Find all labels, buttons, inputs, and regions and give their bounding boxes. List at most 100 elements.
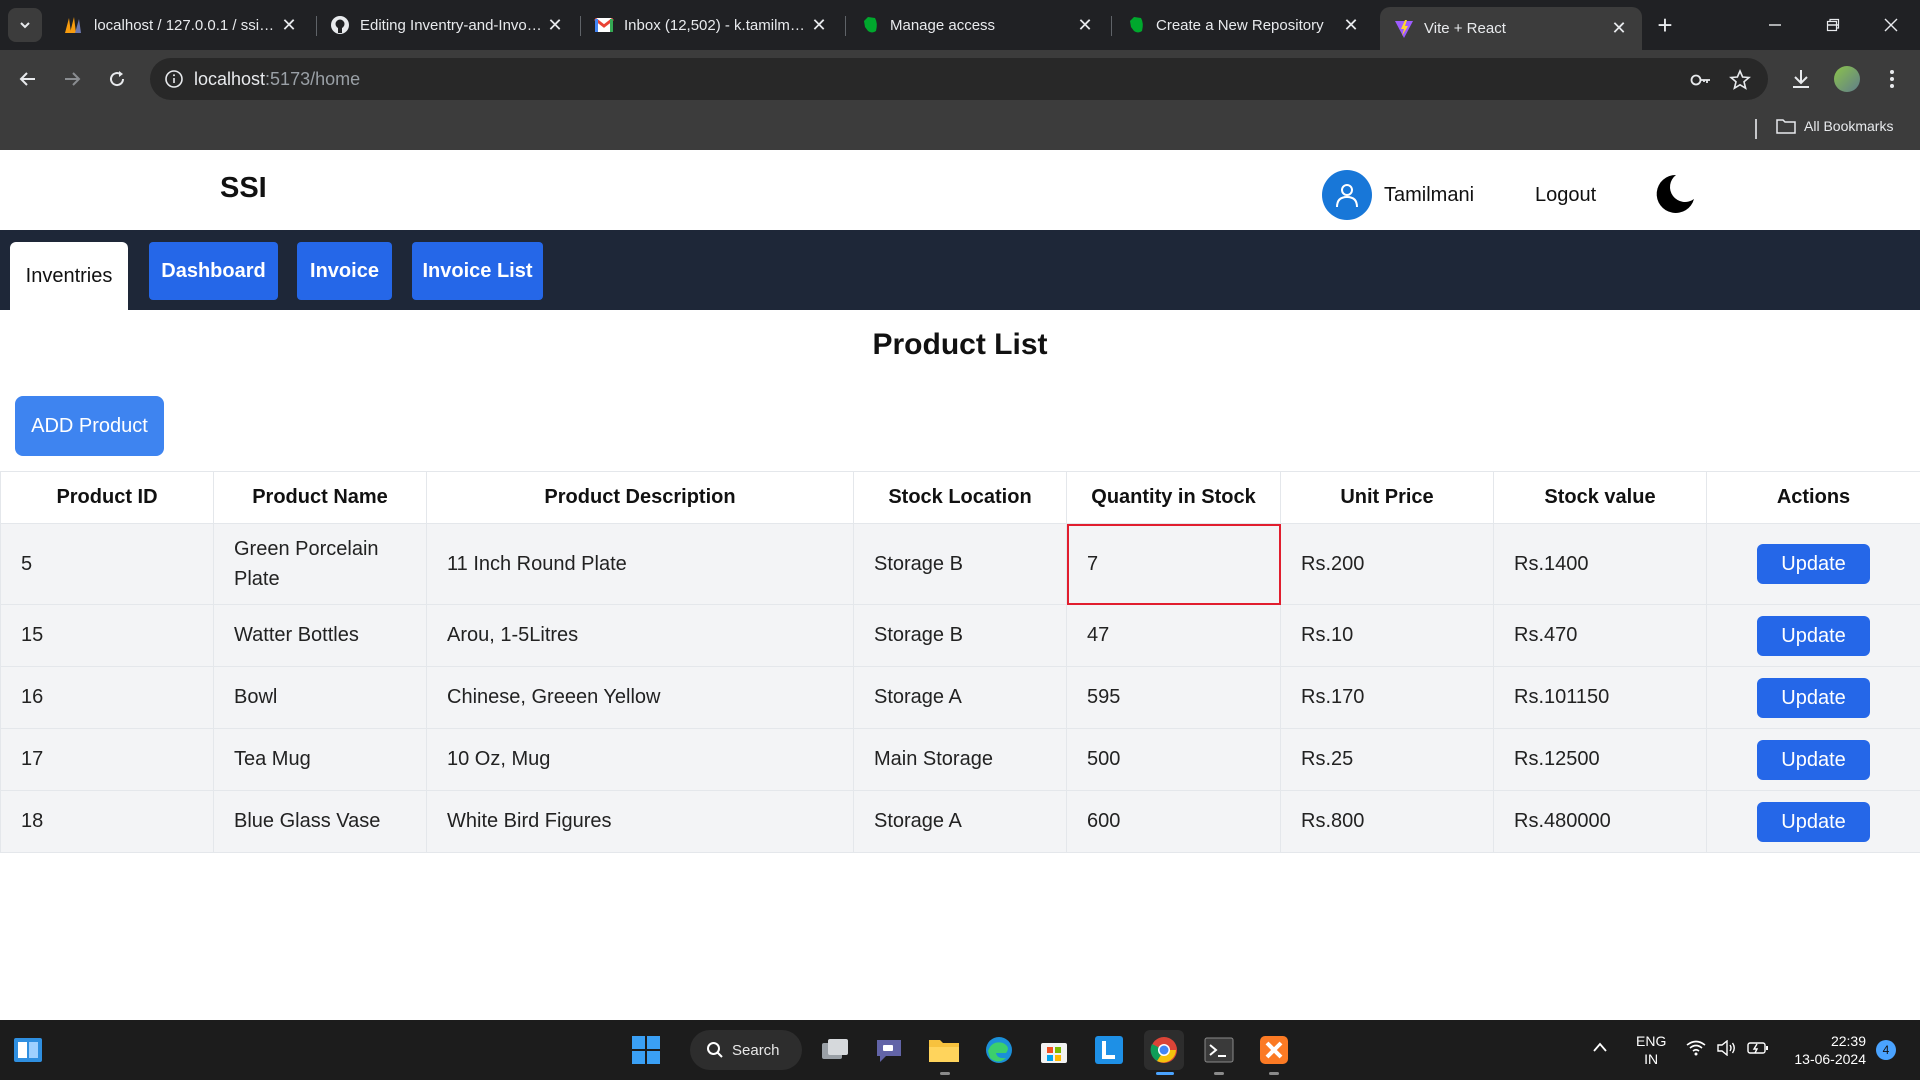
- bookmark-star-icon[interactable]: [1728, 68, 1752, 92]
- tab-search-button[interactable]: [8, 8, 42, 42]
- add-product-button[interactable]: ADD Product: [15, 396, 164, 456]
- browser-tab-manage-access[interactable]: Manage access ✕: [846, 7, 1108, 43]
- forward-icon[interactable]: [54, 61, 90, 97]
- cell-product-id: 17: [0, 728, 214, 791]
- close-icon[interactable]: ✕: [1340, 14, 1362, 36]
- cell-quantity-in-stock[interactable]: 7: [1066, 523, 1281, 605]
- site-info-icon[interactable]: [154, 58, 194, 100]
- notification-badge[interactable]: 4: [1876, 1040, 1896, 1060]
- xampp-icon[interactable]: [1254, 1030, 1294, 1070]
- volume-icon[interactable]: [1717, 1039, 1737, 1059]
- browser-tab-github[interactable]: Editing Inventry-and-Invoice ✕: [316, 7, 578, 43]
- cell-product-id: 16: [0, 666, 214, 729]
- table-row: 15 Watter Bottles Arou, 1-5Litres Storag…: [0, 604, 1920, 667]
- wifi-icon[interactable]: [1686, 1040, 1706, 1059]
- battery-icon[interactable]: [1747, 1040, 1769, 1059]
- update-button[interactable]: Update: [1757, 677, 1870, 718]
- address-bar[interactable]: localhost:5173/home: [150, 58, 1768, 100]
- bookmarks-divider: [1755, 119, 1757, 139]
- maximize-icon[interactable]: [1804, 0, 1862, 50]
- close-icon[interactable]: ✕: [544, 14, 566, 36]
- tab-invoice[interactable]: Invoice: [297, 242, 392, 300]
- update-button[interactable]: Update: [1757, 739, 1870, 780]
- folder-icon: [1776, 119, 1796, 134]
- running-indicator: [940, 1072, 950, 1075]
- cell-product-description: White Bird Figures: [426, 790, 854, 853]
- clock[interactable]: 22:39 13-06-2024: [1786, 1032, 1866, 1068]
- reload-icon[interactable]: [99, 61, 135, 97]
- close-icon[interactable]: ✕: [1074, 14, 1096, 36]
- tab-invoice-list[interactable]: Invoice List: [412, 242, 543, 300]
- cell-quantity-in-stock: 500: [1066, 728, 1281, 791]
- clock-date: 13-06-2024: [1794, 1051, 1866, 1067]
- table-row: 16 Bowl Chinese, Greeen Yellow Storage A…: [0, 666, 1920, 729]
- logout-button[interactable]: Logout: [1535, 184, 1596, 207]
- table-row: 18 Blue Glass Vase White Bird Figures St…: [0, 790, 1920, 853]
- windows-taskbar: Search ENG IN 22:39 13-06-2024 4: [0, 1020, 1920, 1080]
- column-header: Product Name: [213, 471, 427, 524]
- cell-actions: Update: [1706, 666, 1920, 729]
- cell-stock-location: Storage B: [853, 523, 1067, 605]
- language-indicator[interactable]: ENG IN: [1636, 1032, 1666, 1068]
- app-header: SSI Tamilmani Logout: [0, 150, 1920, 230]
- column-header: Unit Price: [1280, 471, 1494, 524]
- page-title: Product List: [872, 328, 1048, 361]
- start-windows-icon[interactable]: [626, 1030, 666, 1070]
- cell-stock-value: Rs.470: [1493, 604, 1707, 667]
- show-hidden-icons-chevron-up-icon[interactable]: [1592, 1040, 1608, 1056]
- new-tab-icon[interactable]: +: [1650, 10, 1680, 40]
- close-icon[interactable]: ✕: [278, 14, 300, 36]
- l-app-icon[interactable]: [1089, 1030, 1129, 1070]
- microsoft-store-icon[interactable]: [1034, 1030, 1074, 1070]
- search-icon: [707, 1042, 723, 1058]
- tab-title: Manage access: [890, 16, 996, 34]
- cell-product-description: Arou, 1-5Litres: [426, 604, 854, 667]
- profile-avatar[interactable]: [1829, 61, 1865, 97]
- teams-chat-icon[interactable]: [869, 1030, 909, 1070]
- chrome-icon[interactable]: [1144, 1030, 1184, 1070]
- brand-logo[interactable]: SSI: [220, 172, 267, 205]
- url-host: localhost: [194, 68, 266, 89]
- browser-tab-gmail[interactable]: Inbox (12,502) - k.tamilmani ✕: [580, 7, 842, 43]
- task-view-icon[interactable]: [815, 1030, 855, 1070]
- cell-product-description: Chinese, Greeen Yellow: [426, 666, 854, 729]
- vite-icon: [1394, 19, 1414, 39]
- file-explorer-icon[interactable]: [924, 1030, 964, 1070]
- all-bookmarks-button[interactable]: All Bookmarks: [1776, 118, 1893, 134]
- update-button[interactable]: Update: [1757, 544, 1870, 584]
- cell-product-description: 11 Inch Round Plate: [426, 523, 854, 605]
- cell-product-name: Tea Mug: [213, 728, 427, 791]
- cell-product-name: Blue Glass Vase: [213, 790, 427, 853]
- column-header: Product Description: [426, 471, 854, 524]
- cell-stock-value: Rs.12500: [1493, 728, 1707, 791]
- minimize-icon[interactable]: [1746, 0, 1804, 50]
- tab-title: Editing Inventry-and-Invoice: [360, 16, 544, 34]
- terminal-icon[interactable]: [1199, 1030, 1239, 1070]
- window-close-icon[interactable]: [1862, 0, 1920, 50]
- bookmarks-bar: All Bookmarks: [0, 108, 1920, 150]
- close-icon[interactable]: ✕: [808, 14, 830, 36]
- cell-product-name: Green Porcelain Plate: [213, 523, 427, 605]
- key-icon[interactable]: [1688, 68, 1712, 92]
- cell-unit-price: Rs.170: [1280, 666, 1494, 729]
- tab-title: Inbox (12,502) - k.tamilmani: [624, 16, 808, 34]
- user-profile[interactable]: Tamilmani: [1322, 170, 1474, 220]
- update-button[interactable]: Update: [1757, 801, 1870, 842]
- column-header: Quantity in Stock: [1066, 471, 1281, 524]
- close-icon[interactable]: ✕: [1608, 18, 1630, 40]
- edge-browser-icon[interactable]: [979, 1030, 1019, 1070]
- column-header: Stock value: [1493, 471, 1707, 524]
- update-button[interactable]: Update: [1757, 615, 1870, 656]
- browser-tab-new-repository[interactable]: Create a New Repository ✕: [1112, 7, 1374, 43]
- back-icon[interactable]: [10, 61, 46, 97]
- browser-tab-phpmyadmin[interactable]: localhost / 127.0.0.1 / ssi | phpMyAdmin…: [50, 7, 312, 43]
- tab-dashboard[interactable]: Dashboard: [149, 242, 278, 300]
- taskbar-search[interactable]: Search: [690, 1030, 802, 1070]
- cell-actions: Update: [1706, 790, 1920, 853]
- download-icon[interactable]: [1783, 61, 1819, 97]
- dark-mode-toggle-moon-icon[interactable]: [1652, 172, 1696, 216]
- tab-inventries[interactable]: Inventries: [10, 242, 128, 310]
- more-menu-icon[interactable]: [1874, 61, 1910, 97]
- browser-tab-vite-react[interactable]: Vite + React ✕: [1380, 7, 1642, 50]
- widgets-icon[interactable]: [8, 1030, 48, 1070]
